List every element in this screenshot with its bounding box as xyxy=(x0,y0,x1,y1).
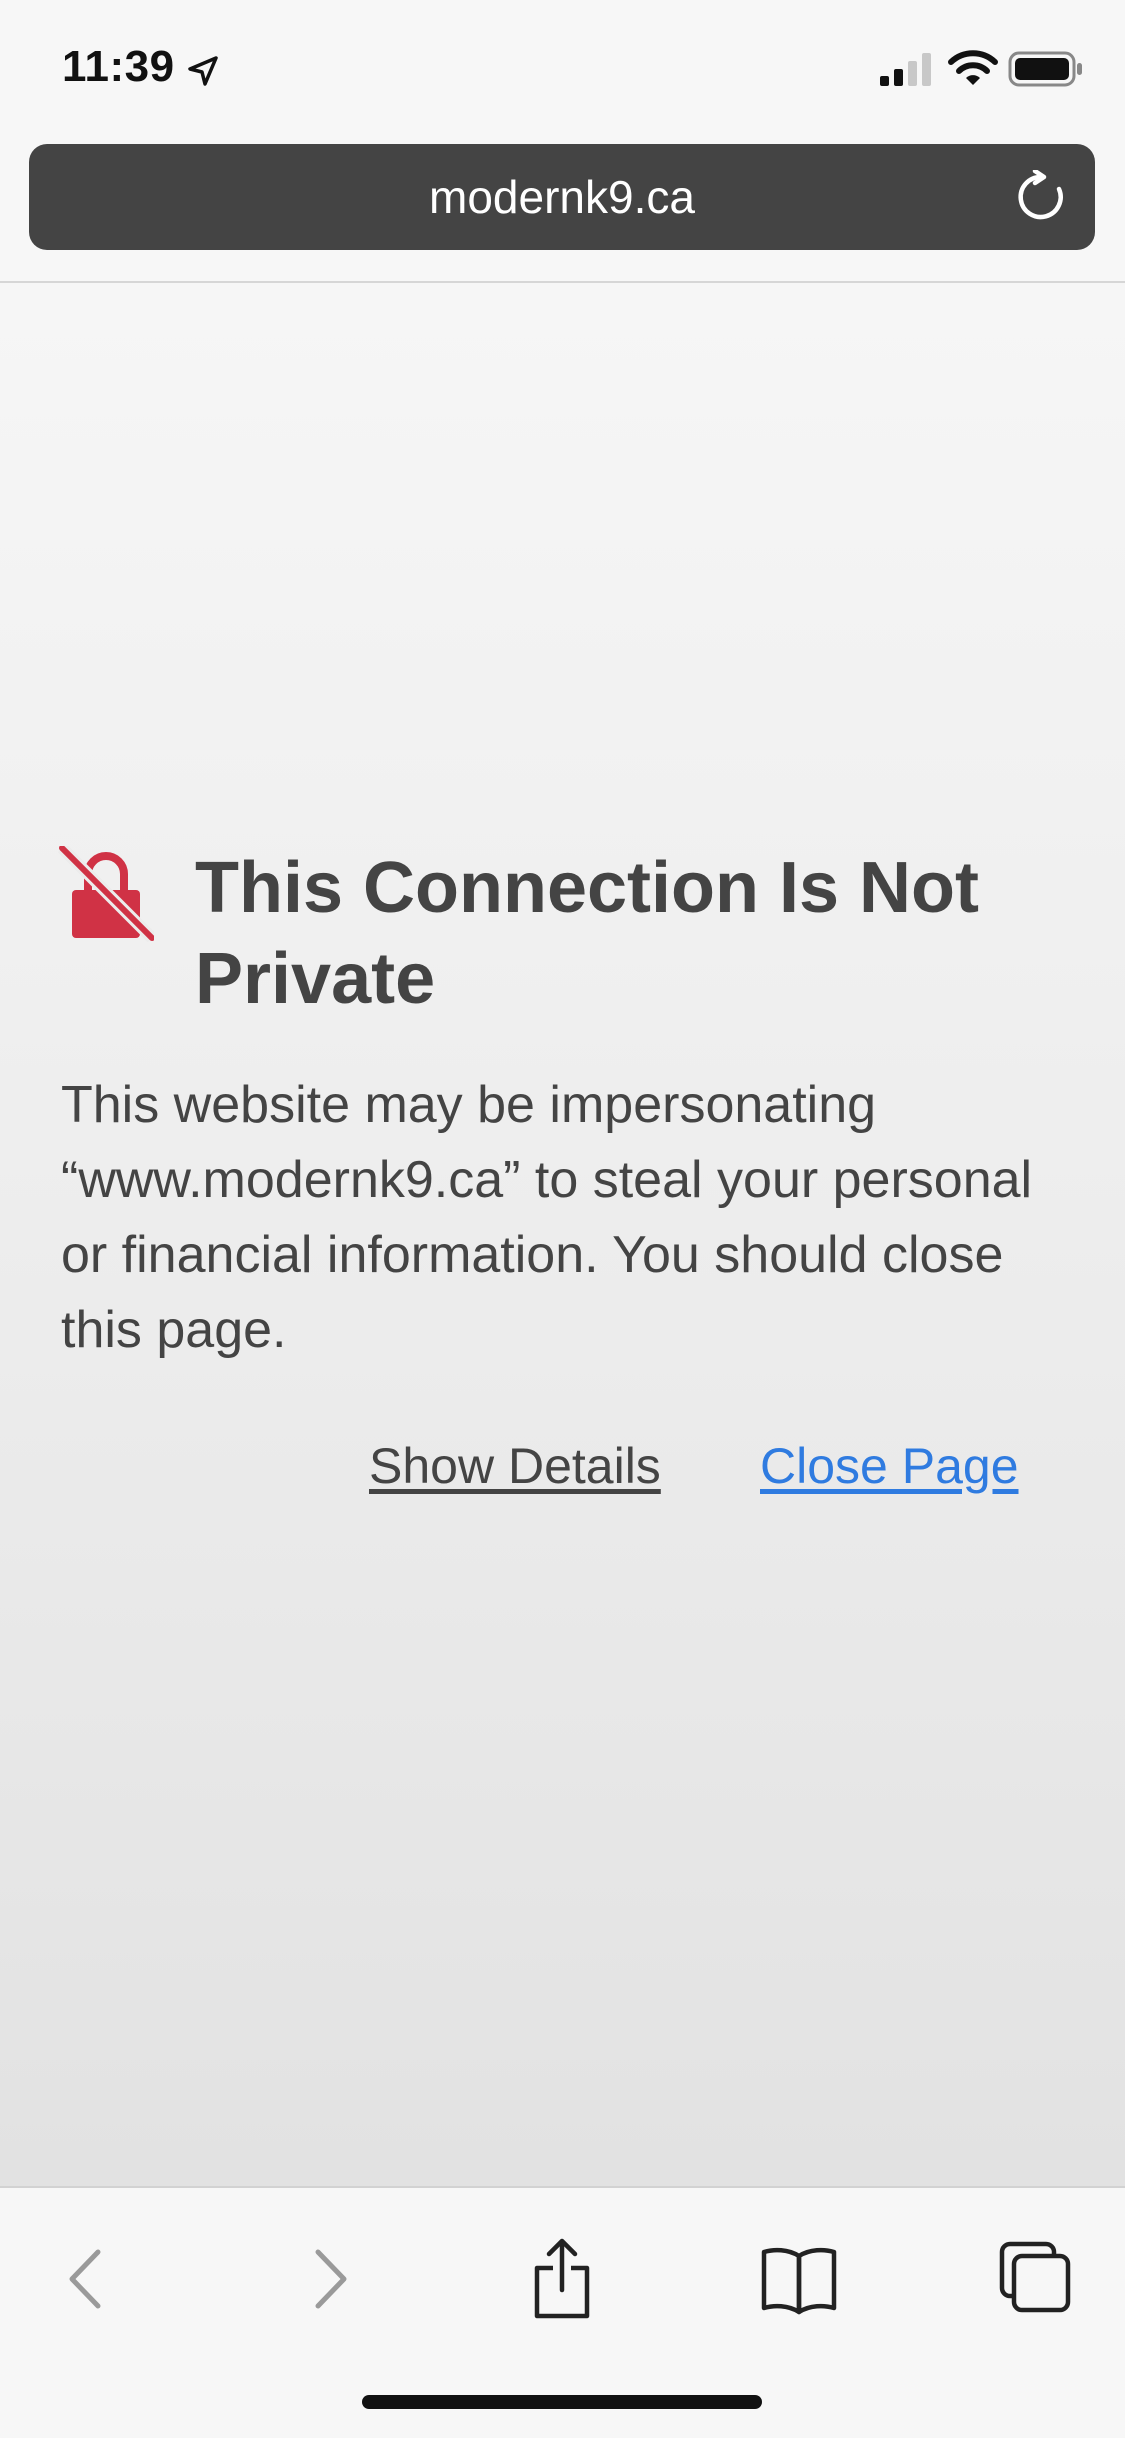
location-arrow-icon xyxy=(186,54,220,88)
error-title: This Connection Is Not Private xyxy=(195,848,979,1019)
wifi-icon xyxy=(948,48,998,88)
error-message: This website may be impersonating “www.m… xyxy=(61,1076,1033,1359)
status-time: 11:39 xyxy=(62,42,175,91)
home-indicator[interactable] xyxy=(362,2395,762,2409)
show-details-link[interactable]: Show Details xyxy=(369,1436,661,1496)
tabs-icon[interactable] xyxy=(990,2234,1080,2324)
address-bar[interactable]: modernk9.ca xyxy=(29,144,1095,250)
back-icon[interactable] xyxy=(42,2234,132,2324)
bookmarks-icon[interactable] xyxy=(754,2234,844,2324)
cellular-signal-icon xyxy=(878,50,936,88)
status-bar: 11:39 xyxy=(0,0,1125,135)
close-page-link[interactable]: Close Page xyxy=(760,1436,1019,1496)
battery-icon xyxy=(1008,50,1084,88)
url-text[interactable]: modernk9.ca xyxy=(29,144,1095,250)
reload-icon[interactable] xyxy=(1014,168,1068,224)
share-icon[interactable] xyxy=(517,2234,607,2324)
unlocked-lock-icon xyxy=(57,843,157,943)
forward-icon[interactable] xyxy=(284,2234,374,2324)
